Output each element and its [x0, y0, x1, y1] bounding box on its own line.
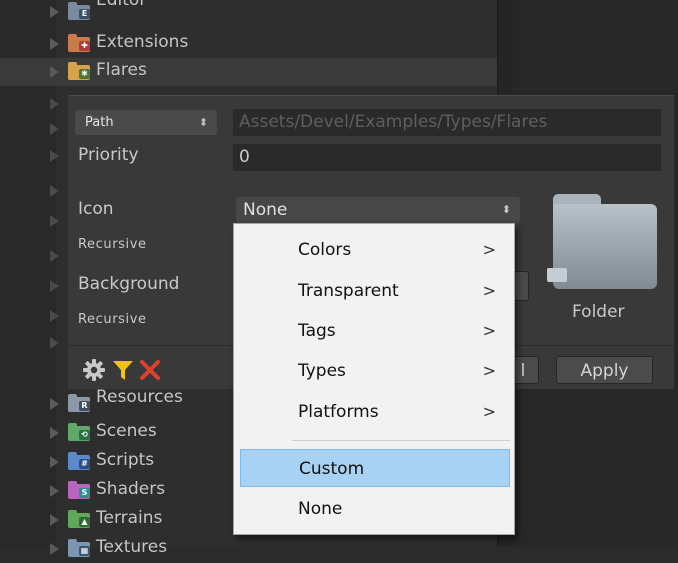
- expand-arrow-icon[interactable]: [50, 485, 59, 497]
- tree-arrow[interactable]: [50, 98, 59, 110]
- background-recursive-label: Recursive: [78, 312, 147, 327]
- flares-badge-icon: ✱: [79, 69, 90, 79]
- tree-arrow[interactable]: [50, 310, 59, 322]
- icon-label: Icon: [78, 199, 114, 219]
- scripts-badge-icon: #: [79, 459, 90, 469]
- tree-arrow[interactable]: [50, 215, 59, 227]
- menu-item-none[interactable]: None: [240, 490, 510, 528]
- tree-item-flares[interactable]: ✱ Flares: [0, 58, 497, 86]
- tree-arrow[interactable]: [50, 185, 59, 197]
- small-folder-icon: [547, 268, 567, 282]
- submenu-arrow-icon: >: [482, 361, 496, 380]
- menu-item-tags[interactable]: Tags >: [240, 312, 510, 350]
- menu-item-label: Tags: [298, 321, 336, 341]
- apply-button[interactable]: Apply: [556, 356, 653, 384]
- updown-arrow-icon: ⬍: [198, 116, 208, 129]
- revert-button-label: l: [520, 361, 526, 381]
- tree-item-editor[interactable]: E Editor: [0, 0, 497, 26]
- tree-item-label: Textures: [96, 537, 168, 557]
- submenu-arrow-icon: >: [482, 321, 496, 340]
- folder-preview-icon: [553, 194, 657, 289]
- tree-arrow[interactable]: [50, 337, 59, 349]
- resources-badge-icon: R: [79, 401, 90, 411]
- tree-arrow[interactable]: [50, 280, 59, 292]
- expand-arrow-icon[interactable]: [50, 514, 59, 526]
- priority-label: Priority: [78, 145, 139, 165]
- path-mode-popup[interactable]: Path ⬍: [75, 110, 217, 135]
- expand-arrow-icon[interactable]: [50, 66, 59, 78]
- path-value: Assets/Devel/Examples/Types/Flares: [239, 112, 548, 132]
- scenes-badge-icon: ⟲: [79, 430, 90, 440]
- tree-item-label: Scenes: [96, 421, 157, 441]
- menu-item-colors[interactable]: Colors >: [240, 231, 510, 269]
- folder-preview-label: Folder: [572, 302, 625, 322]
- menu-item-custom[interactable]: Custom: [240, 449, 510, 487]
- tree-item-label: Resources: [96, 387, 183, 407]
- priority-value: 0: [239, 147, 250, 167]
- submenu-arrow-icon: >: [482, 402, 496, 421]
- tree-item-label: Shaders: [96, 479, 166, 499]
- menu-item-label: Platforms: [298, 402, 379, 422]
- expand-arrow-icon[interactable]: [50, 456, 59, 468]
- icon-dropdown-menu: Colors > Transparent > Tags > Types > Pl…: [233, 223, 515, 535]
- expand-arrow-icon[interactable]: [50, 427, 59, 439]
- apply-button-label: Apply: [580, 361, 629, 381]
- priority-field[interactable]: 0: [233, 144, 661, 171]
- editor-badge-icon: E: [79, 9, 90, 19]
- icon-select[interactable]: None ⬍: [236, 197, 520, 223]
- menu-item-transparent[interactable]: Transparent >: [240, 272, 510, 310]
- background-label: Background: [78, 274, 180, 294]
- menu-separator: [292, 440, 510, 441]
- menu-item-types[interactable]: Types >: [240, 352, 510, 390]
- menu-item-platforms[interactable]: Platforms >: [240, 393, 510, 431]
- submenu-arrow-icon: >: [482, 281, 496, 300]
- extensions-badge-icon: ✚: [79, 41, 90, 51]
- expand-arrow-icon[interactable]: [50, 398, 59, 410]
- menu-item-label: None: [298, 499, 343, 519]
- expand-arrow-icon[interactable]: [50, 6, 59, 18]
- tree-item-label: Terrains: [96, 508, 163, 528]
- close-icon[interactable]: [139, 359, 161, 381]
- tree-item-label: Editor: [96, 0, 147, 10]
- menu-item-label: Colors: [298, 240, 352, 260]
- updown-arrow-icon: ⬍: [501, 203, 511, 216]
- icon-recursive-label: Recursive: [78, 237, 147, 252]
- path-field[interactable]: Assets/Devel/Examples/Types/Flares: [233, 109, 661, 136]
- menu-item-label: Types: [298, 361, 346, 381]
- icon-select-value: None: [243, 200, 288, 220]
- expand-arrow-icon[interactable]: [50, 38, 59, 50]
- terrains-badge-icon: ▲: [79, 517, 90, 527]
- filter-icon[interactable]: [111, 358, 135, 382]
- path-mode-label: Path: [85, 115, 114, 130]
- tree-item-label: Scripts: [96, 450, 155, 470]
- submenu-arrow-icon: >: [482, 240, 496, 259]
- tree-item-extensions[interactable]: ✚ Extensions: [0, 30, 497, 58]
- textures-badge-icon: ▦: [79, 546, 90, 556]
- tree-item-label: Extensions: [96, 32, 189, 52]
- shaders-badge-icon: S: [79, 488, 90, 498]
- tree-arrow[interactable]: [50, 150, 59, 162]
- tree-item-textures[interactable]: ▦ Textures: [0, 535, 497, 563]
- gear-icon[interactable]: [82, 358, 106, 382]
- menu-item-label: Custom: [299, 459, 365, 479]
- tree-arrow[interactable]: [50, 250, 59, 262]
- expand-arrow-icon[interactable]: [50, 543, 59, 555]
- tree-item-label: Flares: [96, 60, 147, 80]
- menu-item-label: Transparent: [298, 281, 399, 301]
- tree-arrow[interactable]: [50, 123, 59, 135]
